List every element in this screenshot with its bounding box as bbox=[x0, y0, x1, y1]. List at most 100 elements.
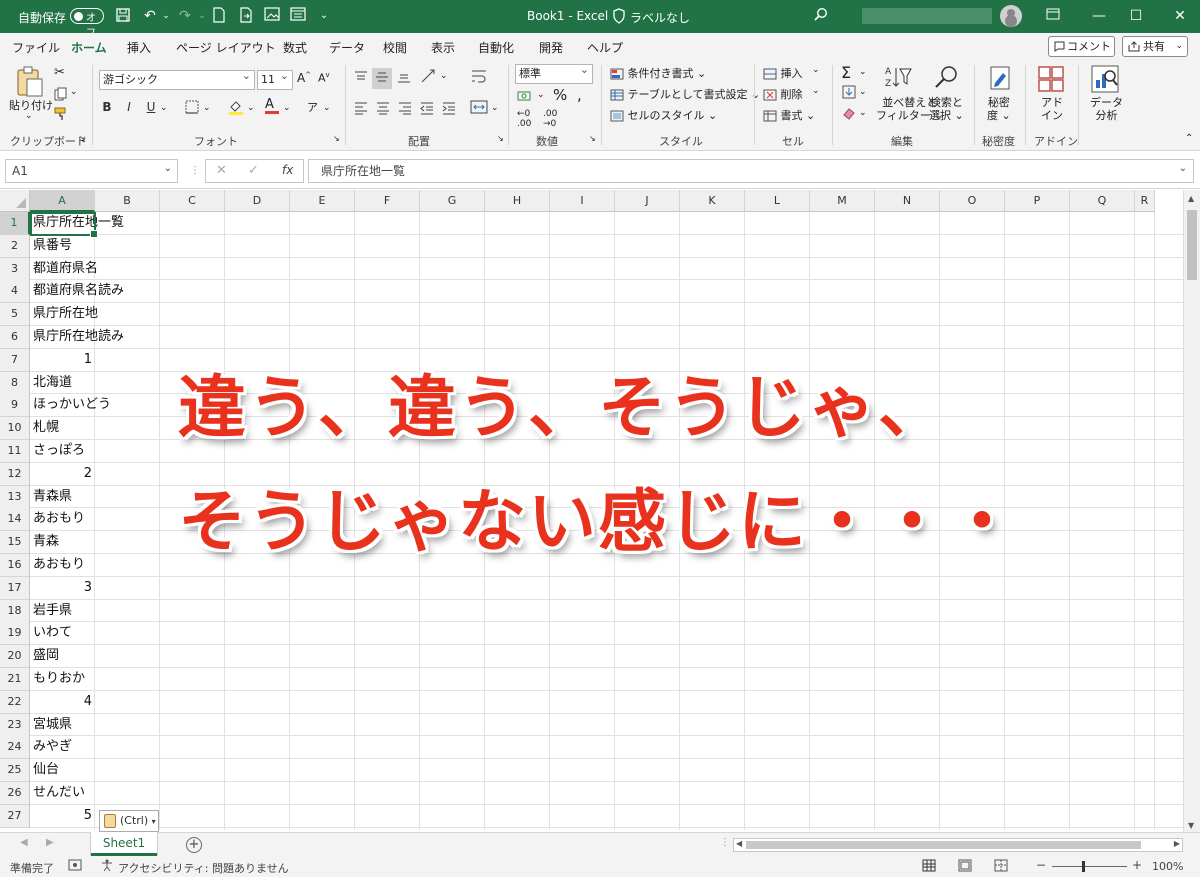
add-sheet-icon[interactable]: + bbox=[186, 837, 202, 853]
analyze-data-button[interactable]: データ 分析 bbox=[1090, 96, 1123, 122]
tab-view[interactable]: 表示 bbox=[431, 39, 455, 56]
decrease-font-icon[interactable]: Av bbox=[318, 71, 330, 85]
column-header-g[interactable]: G bbox=[420, 190, 485, 212]
row-header-9[interactable]: 9 bbox=[0, 394, 30, 418]
row-header-6[interactable]: 6 bbox=[0, 326, 30, 349]
orientation-dropdown-icon[interactable]: ⌄ bbox=[440, 71, 448, 81]
scroll-up-icon[interactable]: ▲ bbox=[1188, 194, 1194, 203]
cell-a8[interactable]: 北海道 bbox=[33, 372, 72, 394]
paste-icon[interactable] bbox=[15, 65, 45, 99]
accessibility-icon[interactable] bbox=[100, 859, 114, 875]
share-dropdown-icon[interactable]: ⌄ bbox=[1175, 37, 1183, 56]
tab-page-layout[interactable]: ページ レイアウト bbox=[176, 39, 276, 56]
maximize-icon[interactable]: ☐ bbox=[1126, 6, 1146, 26]
underline-button[interactable]: U bbox=[142, 100, 160, 114]
cell-a26[interactable]: せんだい bbox=[33, 782, 85, 804]
cell-a20[interactable]: 盛岡 bbox=[33, 645, 59, 667]
status-accessibility[interactable]: アクセシビリティ: 問題ありません bbox=[118, 860, 289, 876]
undo-dropdown-icon[interactable]: ⌄ bbox=[157, 7, 175, 25]
increase-decimal-icon[interactable]: ←0.00 bbox=[517, 109, 531, 129]
cell-a2[interactable]: 県番号 bbox=[33, 235, 72, 257]
decrease-decimal-icon[interactable]: .00 →0 bbox=[543, 109, 557, 129]
cell-a3[interactable]: 都道府県名 bbox=[33, 258, 98, 280]
row-header-21[interactable]: 21 bbox=[0, 668, 30, 691]
row-header-23[interactable]: 23 bbox=[0, 713, 30, 737]
format-painter-icon[interactable] bbox=[54, 107, 68, 124]
page-break-view-icon[interactable] bbox=[994, 859, 1008, 875]
phonetic-dropdown-icon[interactable]: ⌄ bbox=[323, 103, 331, 113]
row-header-17[interactable]: 17 bbox=[0, 576, 30, 600]
font-launcher-icon[interactable]: ↘ bbox=[333, 134, 340, 143]
column-header-b[interactable]: B bbox=[95, 190, 160, 212]
row-header-1[interactable]: 1 bbox=[0, 212, 30, 235]
search-icon[interactable] bbox=[812, 7, 830, 25]
currency-dropdown-icon[interactable]: ⌄ bbox=[537, 90, 545, 100]
autosave-toggle[interactable]: オフ bbox=[70, 8, 104, 39]
column-header-m[interactable]: M bbox=[810, 190, 875, 212]
document-icon[interactable] bbox=[210, 7, 228, 25]
tab-data[interactable]: データ bbox=[329, 39, 365, 56]
clear-icon[interactable] bbox=[842, 106, 856, 123]
font-color-dropdown-icon[interactable]: ⌄ bbox=[283, 103, 291, 113]
minimize-icon[interactable]: — bbox=[1089, 6, 1109, 26]
sensitivity-icon[interactable] bbox=[987, 65, 1013, 96]
zoom-in-icon[interactable]: + bbox=[1132, 858, 1142, 872]
cell-a17[interactable]: 3 bbox=[30, 577, 94, 599]
tab-review[interactable]: 校閲 bbox=[383, 39, 407, 56]
row-header-5[interactable]: 5 bbox=[0, 303, 30, 327]
borders-icon[interactable] bbox=[185, 100, 199, 117]
cell-a10[interactable]: 札幌 bbox=[33, 417, 59, 439]
borders-dropdown-icon[interactable]: ⌄ bbox=[203, 103, 211, 113]
scroll-down-icon[interactable]: ▼ bbox=[1188, 821, 1194, 830]
column-header-f[interactable]: F bbox=[355, 190, 420, 212]
comma-style-icon[interactable]: , bbox=[577, 86, 582, 104]
insert-cells-dropdown-icon[interactable]: ⌄ bbox=[812, 65, 820, 75]
row-header-3[interactable]: 3 bbox=[0, 257, 30, 281]
font-size-select[interactable]: 11 bbox=[257, 67, 293, 90]
merge-center-icon[interactable] bbox=[470, 99, 488, 118]
splitter-dots-icon[interactable]: ⋮ bbox=[720, 837, 730, 848]
row-header-12[interactable]: 12 bbox=[0, 462, 30, 486]
vertical-scrollbar[interactable]: ▲ ▼ bbox=[1183, 190, 1200, 832]
autosum-icon[interactable]: Σ bbox=[841, 63, 851, 82]
row-header-25[interactable]: 25 bbox=[0, 759, 30, 783]
column-header-a[interactable]: A bbox=[30, 190, 95, 212]
vertical-scroll-thumb[interactable] bbox=[1187, 210, 1197, 280]
tab-insert[interactable]: 挿入 bbox=[127, 39, 151, 56]
cell-a7[interactable]: 1 bbox=[30, 349, 94, 371]
comments-button[interactable]: コメント bbox=[1048, 36, 1115, 57]
row-header-18[interactable]: 18 bbox=[0, 599, 30, 623]
sensitivity-button[interactable]: 秘密度 ⌄ bbox=[987, 96, 1011, 122]
cell-a15[interactable]: 青森 bbox=[33, 531, 59, 553]
phonetic-icon[interactable]: ア bbox=[307, 99, 318, 115]
cell-a4[interactable]: 都道府県名読み bbox=[33, 280, 124, 302]
row-header-4[interactable]: 4 bbox=[0, 280, 30, 304]
column-header-c[interactable]: C bbox=[160, 190, 225, 212]
percent-icon[interactable]: % bbox=[553, 86, 567, 104]
redo-dropdown-icon[interactable]: ⌄ bbox=[193, 7, 211, 25]
italic-button[interactable]: I bbox=[120, 100, 138, 114]
tab-help[interactable]: ヘルプ bbox=[587, 39, 623, 56]
underline-dropdown-icon[interactable]: ⌄ bbox=[160, 103, 168, 113]
column-header-e[interactable]: E bbox=[290, 190, 355, 212]
find-select-button[interactable]: 検索と 選択 ⌄ bbox=[929, 96, 964, 122]
cell-a11[interactable]: さっぽろ bbox=[33, 440, 85, 462]
tab-developer[interactable]: 開発 bbox=[539, 39, 563, 56]
number-format-select[interactable]: 標準 bbox=[515, 61, 593, 84]
fill-dropdown-icon[interactable]: ⌄ bbox=[859, 87, 867, 97]
form-icon[interactable] bbox=[289, 7, 307, 25]
copy-icon[interactable] bbox=[54, 87, 68, 104]
ribbon-display-options-icon[interactable] bbox=[1043, 6, 1063, 26]
column-header-q[interactable]: Q bbox=[1070, 190, 1135, 212]
cell-a6[interactable]: 県庁所在地読み bbox=[33, 326, 124, 348]
align-right-icon[interactable] bbox=[397, 101, 413, 118]
increase-indent-icon[interactable] bbox=[441, 101, 457, 118]
tab-home[interactable]: ホーム bbox=[71, 39, 107, 61]
font-color-icon[interactable]: A bbox=[265, 97, 279, 114]
sensitivity-label[interactable]: ラベルなし bbox=[630, 9, 690, 26]
row-header-24[interactable]: 24 bbox=[0, 736, 30, 760]
align-center-icon[interactable] bbox=[375, 101, 391, 118]
horizontal-scroll-thumb[interactable] bbox=[746, 841, 1141, 849]
enter-icon[interactable]: ✓ bbox=[248, 163, 259, 178]
close-icon[interactable]: ✕ bbox=[1170, 6, 1190, 26]
